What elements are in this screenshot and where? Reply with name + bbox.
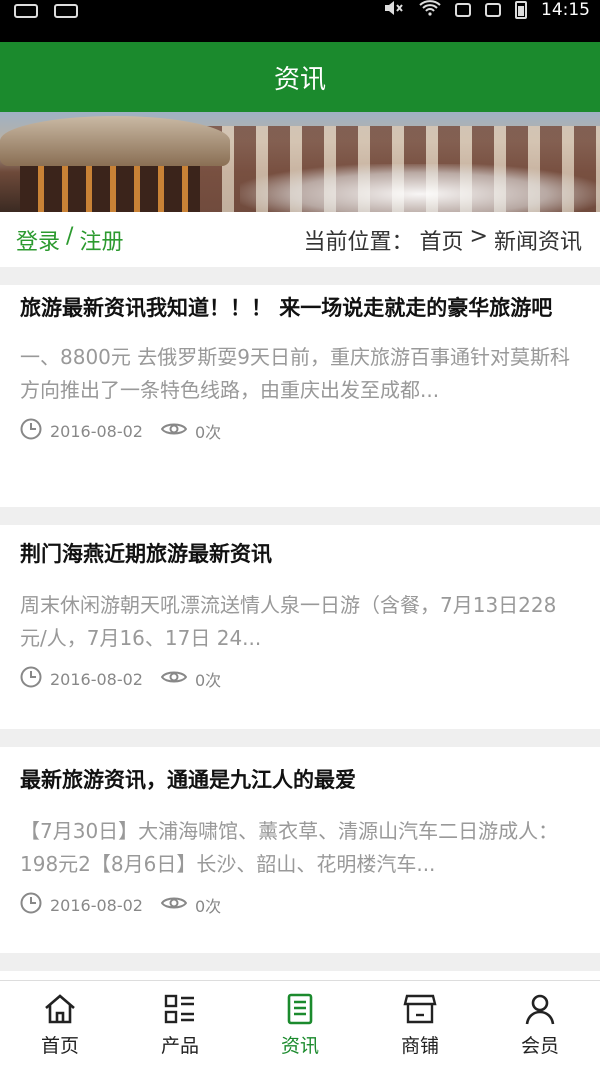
sim-signal-icon-2 (485, 3, 501, 17)
news-summary: 【7月30日】大浦海啸馆、薰衣草、清源山汽车二日游成人：198元2【8月6日】长… (20, 819, 559, 876)
tab-member[interactable]: 会员 (480, 981, 600, 1067)
news-title[interactable]: 旅游最新资讯我知道！！！ 来一场说走就走的豪华旅游吧 (20, 293, 580, 323)
news-title[interactable]: 最新旅游资讯，通通是九江人的最爱 (20, 765, 580, 795)
news-item[interactable]: 荆门海燕近期旅游最新资讯 周末休闲游朝天吼漂流送情人泉一日游（含餐，7月13日2… (0, 525, 600, 729)
news-item[interactable]: 最新旅游资讯，通通是九江人的最爱 【7月30日】大浦海啸馆、薰衣草、清源山汽车二… (0, 747, 600, 953)
status-bar: 14:15 (0, 0, 600, 42)
grid-list-icon (164, 994, 194, 1024)
wifi-icon (419, 0, 441, 21)
auth-links: 登录 / 注册 (16, 224, 123, 256)
banner-hut-roof (0, 116, 230, 166)
clock-icon (20, 892, 42, 918)
news-date: 2016-08-02 (50, 669, 143, 689)
news-date: 2016-08-02 (50, 421, 143, 441)
news-view-count: 0次 (194, 897, 222, 916)
eye-icon (160, 420, 188, 442)
user-icon (525, 994, 555, 1025)
store-icon (403, 994, 437, 1024)
auth-separator: / (66, 223, 74, 249)
tab-news-label: 资讯 (280, 1035, 319, 1057)
breadcrumb: 当前位置： 首页 > 新闻资讯 (304, 224, 582, 256)
eye-icon (160, 894, 188, 916)
news-summary: 周末休闲游朝天吼漂流送情人泉一日游（含餐，7月13日228元/人，7月16、17… (20, 593, 557, 650)
eye-icon (160, 668, 188, 690)
news-meta: 2016-08-02 0次 (20, 418, 580, 444)
clock-icon (20, 666, 42, 692)
home-icon (45, 994, 75, 1024)
tab-stores-label: 商铺 (400, 1035, 439, 1057)
tab-news[interactable]: 资讯 (240, 981, 360, 1067)
tab-home[interactable]: 首页 (0, 981, 120, 1067)
page-title: 资讯 (273, 64, 326, 95)
status-time: 14:15 (541, 0, 590, 20)
tab-stores[interactable]: 商铺 (360, 981, 480, 1067)
breadcrumb-current: 新闻资讯 (493, 229, 582, 255)
news-view-count: 0次 (194, 671, 222, 690)
battery-icon (515, 1, 527, 19)
news-date: 2016-08-02 (50, 895, 143, 915)
breadcrumb-home-link[interactable]: 首页 (420, 224, 464, 256)
tab-member-label: 会员 (520, 1035, 559, 1057)
sim-signal-icon (455, 3, 471, 17)
banner-hut-posts (20, 166, 200, 212)
login-link[interactable]: 登录 (16, 224, 60, 256)
tab-home-label: 首页 (40, 1035, 79, 1057)
tab-products[interactable]: 产品 (120, 981, 240, 1067)
news-views: 0次 (160, 667, 222, 691)
news-view-count: 0次 (194, 423, 222, 442)
news-meta: 2016-08-02 0次 (20, 666, 580, 692)
document-icon (287, 993, 313, 1025)
news-views: 0次 (160, 893, 222, 917)
register-link[interactable]: 注册 (79, 224, 123, 256)
news-views: 0次 (160, 419, 222, 443)
news-title[interactable]: 荆门海燕近期旅游最新资讯 (20, 539, 580, 569)
mute-icon (383, 0, 405, 21)
bottom-tab-bar: 首页 产品 资讯 商铺 会员 (0, 980, 600, 1067)
status-left (14, 4, 78, 18)
news-list: 旅游最新资讯我知道！！！ 来一场说走就走的豪华旅游吧 一、8800元 去俄罗斯耍… (0, 285, 600, 1011)
news-item[interactable]: 旅游最新资讯我知道！！！ 来一场说走就走的豪华旅游吧 一、8800元 去俄罗斯耍… (0, 285, 600, 507)
breadcrumb-arrow: > (469, 223, 488, 249)
notification-icon (54, 4, 78, 18)
page-header: 资讯 (0, 42, 600, 112)
clock-icon (20, 418, 42, 444)
banner-mist (240, 164, 600, 212)
camera-icon (14, 4, 38, 18)
banner-image (0, 112, 600, 212)
news-summary: 一、8800元 去俄罗斯耍9天日前，重庆旅游百事通针对莫斯科方向推出了一条特色线… (20, 345, 570, 402)
tab-products-label: 产品 (160, 1035, 199, 1057)
news-meta: 2016-08-02 0次 (20, 892, 580, 918)
breadcrumb-bar: 登录 / 注册 当前位置： 首页 > 新闻资讯 (0, 212, 600, 267)
status-right: 14:15 (383, 0, 590, 20)
breadcrumb-label: 当前位置： (303, 229, 414, 255)
